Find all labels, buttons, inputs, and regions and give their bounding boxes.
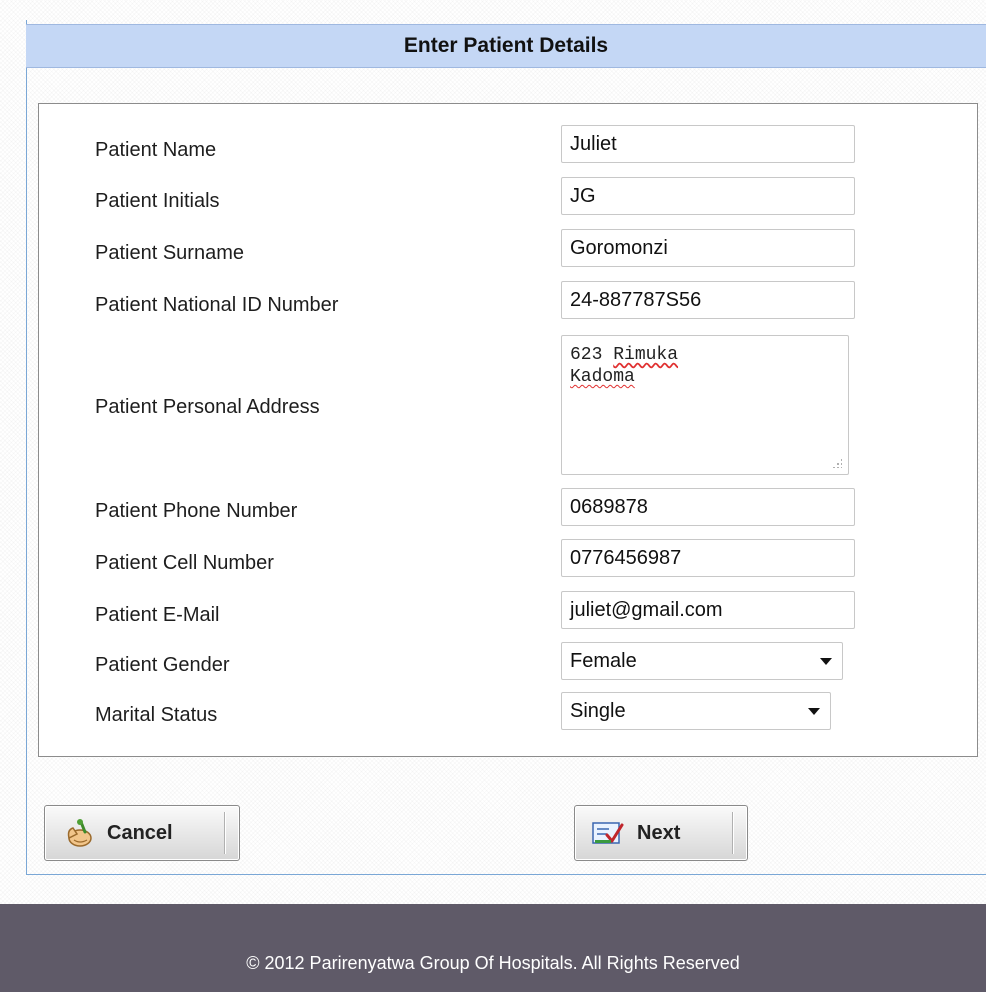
address-line-1: 623 Rimuka — [570, 344, 840, 366]
label-national-id: Patient National ID Number — [95, 294, 339, 316]
label-cell-number: Patient Cell Number — [95, 552, 274, 574]
checkmark-form-icon — [592, 822, 624, 844]
chevron-down-icon — [808, 708, 820, 715]
cancel-button[interactable]: Cancel — [44, 805, 240, 861]
patient-details-form: Patient Name Juliet Patient Initials JG … — [38, 103, 978, 757]
label-gender: Patient Gender — [95, 654, 230, 676]
gender-selected-value: Female — [570, 649, 637, 672]
label-phone-number: Patient Phone Number — [95, 500, 298, 522]
address-line-2: Kadoma — [570, 367, 635, 387]
cancel-button-label: Cancel — [107, 821, 173, 844]
label-marital-status: Marital Status — [95, 704, 218, 726]
label-personal-address: Patient Personal Address — [95, 396, 320, 418]
resize-handle-icon[interactable] — [832, 458, 842, 468]
label-patient-surname: Patient Surname — [95, 242, 244, 264]
page-title-text: Enter Patient Details — [403, 34, 609, 57]
marital-status-select[interactable]: Single — [561, 692, 831, 730]
gender-select[interactable]: Female — [561, 642, 843, 680]
address-line-1-number: 623 — [570, 345, 614, 365]
footer: © 2012 Parirenyatwa Group Of Hospitals. … — [0, 904, 986, 992]
personal-address-textarea[interactable]: 623 Rimuka Kadoma — [561, 335, 849, 475]
email-input[interactable]: juliet@gmail.com — [561, 591, 855, 629]
button-divider — [732, 812, 733, 854]
next-button[interactable]: Next — [574, 805, 748, 861]
label-patient-initials: Patient Initials — [95, 190, 220, 212]
patient-initials-input[interactable]: JG — [561, 177, 855, 215]
national-id-input[interactable]: 24-887787S56 — [561, 281, 855, 319]
footer-copyright: © 2012 Parirenyatwa Group Of Hospitals. … — [246, 953, 740, 973]
hand-stop-icon — [67, 819, 92, 847]
chevron-down-icon — [820, 658, 832, 665]
label-patient-name: Patient Name — [95, 139, 217, 161]
address-line-1-street: Rimuka — [613, 345, 679, 365]
marital-selected-value: Single — [570, 699, 626, 722]
patient-surname-input[interactable]: Goromonzi — [561, 229, 855, 267]
label-email: Patient E-Mail — [95, 604, 220, 626]
cell-number-input[interactable]: 0776456987 — [561, 539, 855, 577]
patient-name-input[interactable]: Juliet — [561, 125, 855, 163]
next-button-label: Next — [637, 821, 681, 844]
phone-number-input[interactable]: 0689878 — [561, 488, 855, 526]
page-title: Enter Patient Details — [26, 24, 986, 68]
button-divider — [224, 812, 225, 854]
